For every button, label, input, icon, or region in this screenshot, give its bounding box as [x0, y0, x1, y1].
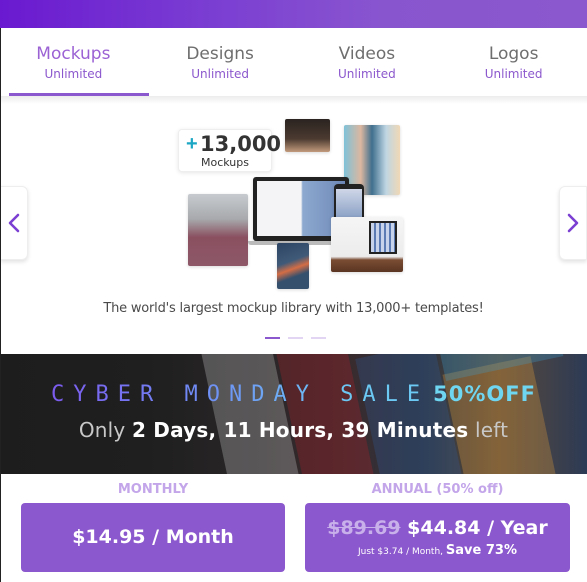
tab-mockups[interactable]: Mockups Unlimited: [0, 28, 147, 96]
header-bar: [0, 0, 587, 28]
monthly-price: $14.95 / Month: [72, 526, 234, 548]
annual-plan-button[interactable]: $89.69 $44.84 / Year Just $3.74 / Month,…: [305, 503, 570, 572]
sale-countdown: Only 2 Days, 11 Hours, 39 Minutes left: [0, 418, 587, 442]
mockup-carousel: + 13,000 Mockups The world's largest moc…: [0, 104, 587, 354]
annual-savings: Save 73%: [445, 543, 517, 558]
carousel-prev-button[interactable]: [0, 186, 28, 260]
tab-subtitle: Unlimited: [484, 67, 543, 81]
countdown-prefix: Only: [78, 418, 126, 442]
plus-icon: +: [186, 133, 198, 155]
chevron-right-icon: [567, 213, 579, 233]
carousel-next-button[interactable]: [559, 186, 587, 260]
countdown-suffix: left: [474, 418, 509, 442]
tab-title: Videos: [338, 44, 396, 64]
chevron-left-icon: [8, 213, 20, 233]
photo-woman-top: [285, 119, 330, 152]
annual-old-price: $89.69: [327, 517, 401, 539]
monthly-plan-button[interactable]: $14.95 / Month: [21, 503, 285, 572]
carousel-pagination: [265, 337, 326, 339]
carousel-caption: The world's largest mockup library with …: [103, 301, 484, 316]
photo-man-tshirt: [188, 194, 248, 266]
carousel-dot-3[interactable]: [311, 337, 326, 339]
desk-frame-mockup: [331, 217, 403, 272]
mockup-collage-image: + 13,000 Mockups: [170, 110, 410, 290]
tab-subtitle: Unlimited: [44, 67, 103, 81]
category-tabs: Mockups Unlimited Designs Unlimited Vide…: [0, 28, 587, 96]
pricing-section: MONTHLY ANNUAL (50% off) $14.95 / Month …: [0, 474, 587, 582]
tab-logos[interactable]: Logos Unlimited: [440, 28, 587, 96]
monthly-plan-label: MONTHLY: [117, 482, 189, 497]
tab-subtitle: Unlimited: [191, 67, 250, 81]
annual-monthly-equivalent: Just $3.74 / Month,: [358, 547, 444, 557]
mockup-count-card: + 13,000 Mockups: [178, 129, 281, 172]
book-mockup: [277, 243, 309, 289]
tab-designs[interactable]: Designs Unlimited: [147, 28, 294, 96]
countdown-time: 2 Days, 11 Hours, 39 Minutes: [132, 418, 469, 442]
tab-videos[interactable]: Videos Unlimited: [294, 28, 441, 96]
annual-price-line: $89.69 $44.84 / Year: [305, 517, 570, 539]
annual-plan-label: ANNUAL (50% off): [371, 482, 504, 497]
tab-subtitle: Unlimited: [337, 67, 396, 81]
carousel-dot-1[interactable]: [265, 337, 280, 339]
banner-background-image: [0, 354, 587, 474]
annual-price-sub: Just $3.74 / Month, Save 73%: [305, 543, 570, 558]
tabs-divider: [0, 96, 587, 104]
mockup-count-label: Mockups: [201, 156, 249, 169]
carousel-dot-2[interactable]: [288, 337, 303, 339]
sale-title: CYBER MONDAY SALE 50%OFF: [0, 382, 587, 407]
tab-title: Logos: [488, 44, 539, 64]
sale-discount: 50%OFF: [433, 382, 536, 406]
sale-banner[interactable]: CYBER MONDAY SALE 50%OFF Only 2 Days, 11 …: [0, 354, 587, 474]
mockup-count: 13,000: [200, 132, 282, 156]
window-edge: [0, 28, 1, 582]
tab-title: Mockups: [36, 44, 111, 64]
sale-title-text: CYBER MONDAY SALE: [51, 382, 430, 407]
tab-title: Designs: [186, 44, 254, 64]
annual-price: $44.84 / Year: [407, 517, 548, 539]
